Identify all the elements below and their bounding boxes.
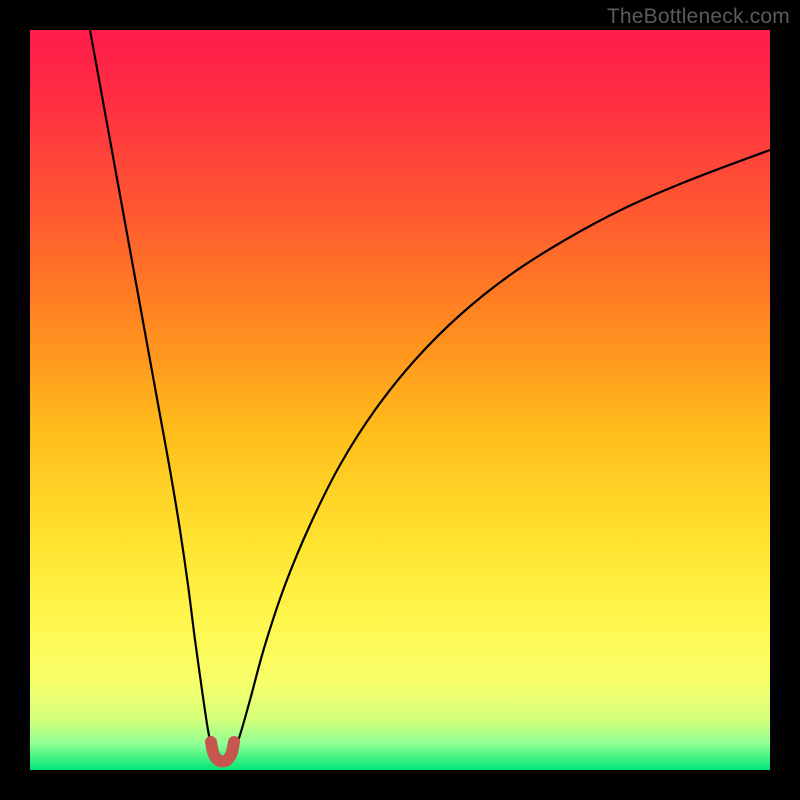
watermark-text: TheBottleneck.com	[607, 5, 790, 29]
gradient-background	[30, 30, 770, 770]
outer-frame: TheBottleneck.com	[0, 0, 800, 800]
plot-area	[30, 30, 770, 770]
